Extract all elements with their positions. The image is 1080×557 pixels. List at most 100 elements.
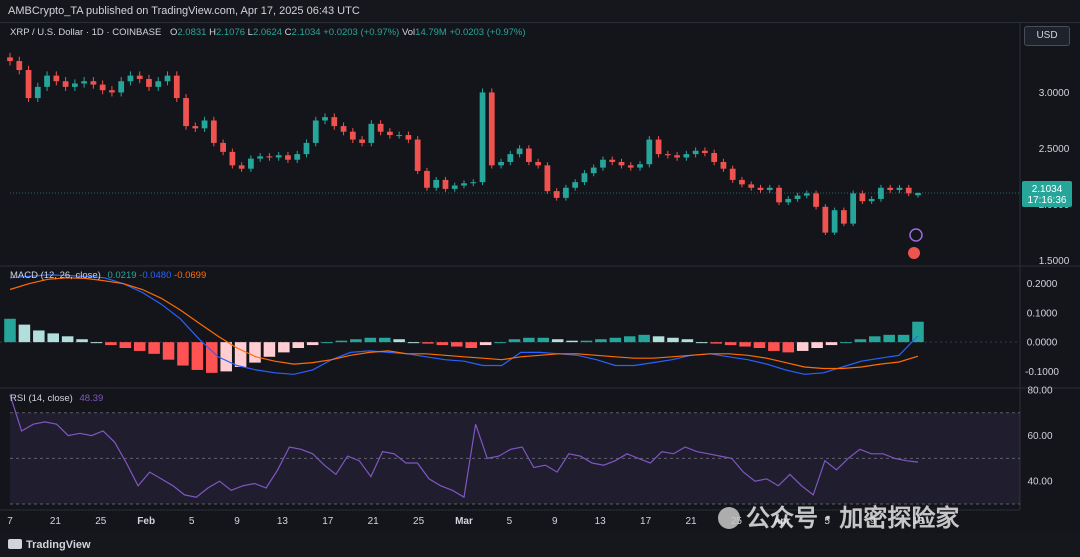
candle-body: [627, 165, 634, 168]
candle-body: [201, 120, 208, 129]
candle-body: [322, 117, 328, 121]
candle-body: [451, 185, 458, 189]
macd-hist-bar: [335, 340, 348, 343]
macd-hist-bar: [724, 342, 737, 346]
candle-body: [414, 139, 421, 171]
macd-hist-bar: [76, 339, 88, 343]
candle-body: [109, 90, 115, 93]
macd-hist-bar: [18, 324, 31, 343]
top-bar: AMBCrypto_TA published on TradingView.co…: [0, 0, 1080, 23]
candle-body: [479, 92, 486, 183]
change-value: +0.0203 (+0.97%): [323, 27, 400, 38]
rsi-value: 48.39: [79, 393, 104, 404]
currency-button[interactable]: USD: [1024, 26, 1070, 46]
rsi-tick-label: 60.00: [1027, 431, 1052, 442]
macd-hist-bar: [47, 333, 60, 343]
candle-body: [841, 210, 847, 224]
macd-hist-bar: [436, 342, 449, 346]
high-value: 2.1076: [215, 27, 246, 38]
macd-hist-bar: [710, 342, 722, 344]
candle-body: [136, 75, 143, 79]
flag-icon: [908, 247, 920, 259]
candle-body: [646, 139, 653, 165]
candle-body: [461, 183, 467, 186]
macd-hist-bar: [422, 342, 434, 344]
time-tick-label: 21: [50, 516, 62, 527]
candle-body: [359, 139, 365, 143]
candle-body: [424, 170, 430, 188]
macd-hist-bar: [854, 339, 867, 343]
macd-hist-bar: [595, 339, 607, 343]
candle-body: [220, 142, 226, 152]
candle-body: [71, 83, 78, 87]
candle-body: [535, 161, 541, 166]
candle-body: [257, 156, 264, 159]
time-tick-label: 5: [507, 516, 513, 527]
watermark: 公众号 · 加密探险家: [718, 498, 959, 533]
candle-body: [702, 150, 708, 153]
macd-hist-bar: [364, 337, 377, 343]
macd-hist-bar: [667, 337, 679, 343]
macd-hist-bar: [566, 340, 578, 343]
price-tick-label: 3.0000: [1039, 88, 1070, 99]
candle-body: [739, 179, 745, 185]
macd-tick-label: 0.2000: [1027, 279, 1058, 290]
signal-line: [9, 277, 919, 370]
macd-hist-bar: [61, 336, 74, 343]
macd-hist-bar: [465, 342, 477, 348]
macd-hist-bar: [234, 342, 247, 367]
candle-body: [53, 75, 60, 82]
candle-body: [25, 70, 32, 99]
candle-body: [229, 151, 236, 166]
candle-body: [729, 168, 736, 180]
macd-hist-bar: [609, 337, 622, 343]
candle-body: [692, 150, 699, 155]
time-tick-label: 9: [234, 516, 240, 527]
candle-body: [34, 86, 41, 99]
candle-body: [405, 135, 412, 140]
macd-hist-bar: [825, 342, 838, 346]
macd-hist-bar: [883, 334, 895, 343]
candle-body: [887, 187, 894, 190]
macd-hist-bar: [912, 321, 924, 343]
open-value: 2.0831: [177, 27, 207, 38]
candle-body: [859, 193, 866, 202]
candle-body: [90, 81, 97, 85]
macd-hist-bar: [263, 342, 276, 357]
candle-body: [488, 92, 495, 166]
candle-body: [618, 161, 625, 166]
time-tick-label: 25: [95, 516, 107, 527]
candle-body: [396, 135, 403, 137]
symbol-label: XRP / U.S. Dollar · 1D · COINBASE: [10, 27, 162, 38]
macd-hist-bar: [407, 342, 420, 344]
macd-hist-bar: [796, 342, 809, 351]
candle-body: [248, 158, 254, 169]
candle-body: [711, 153, 718, 162]
macd-hist-bar: [133, 342, 146, 351]
candle-body: [757, 187, 764, 190]
candle-body: [442, 179, 449, 189]
candle-body: [285, 155, 291, 160]
candle-body: [238, 165, 245, 169]
tradingview-logo[interactable]: TradingView: [8, 539, 91, 551]
candle-body: [525, 148, 532, 162]
price-tick-label: 1.5000: [1039, 256, 1070, 267]
candle-body: [433, 179, 440, 188]
macd-hist-bar: [393, 339, 405, 343]
macd-value: 0.0219: [107, 270, 137, 281]
candle-body: [118, 81, 125, 93]
vol-value: 14.79M: [415, 27, 447, 38]
macd-line: [9, 274, 919, 375]
macd-hist-bar: [523, 337, 535, 343]
candle-body: [776, 187, 782, 203]
low-value: 2.0624: [252, 27, 283, 38]
candle-body: [498, 161, 504, 166]
candle-body: [81, 81, 87, 84]
wechat-icon: [718, 507, 740, 529]
macd-hist-bar: [638, 334, 650, 343]
candle-body: [331, 117, 338, 127]
candle-body: [266, 156, 273, 158]
macd-signal-value: -0.0480: [139, 270, 172, 281]
candle-body: [507, 154, 514, 162]
candle-body: [553, 191, 560, 198]
